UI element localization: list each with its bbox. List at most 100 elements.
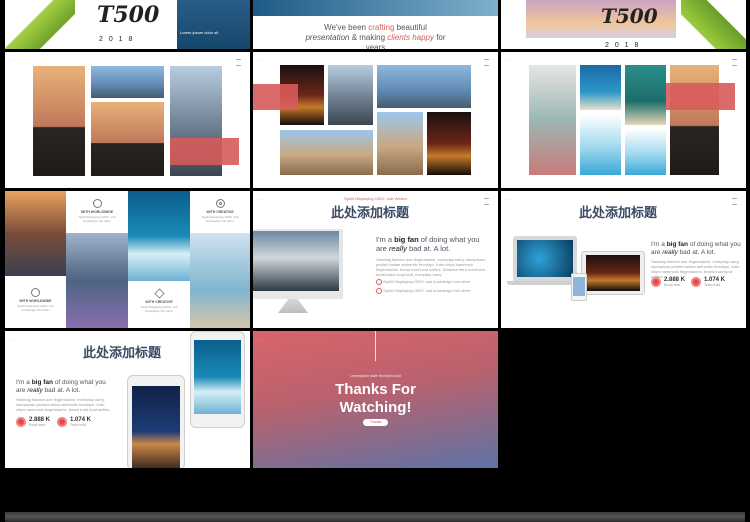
phone-screen-photo xyxy=(194,340,241,414)
slide-cover-left[interactable]: T500 2 0 1 8 Lorem ipsum dolor sit xyxy=(5,0,250,49)
logo-t500: T500 xyxy=(601,4,658,28)
photo-city-sunset xyxy=(5,191,66,276)
laptop-device xyxy=(513,236,577,281)
thanks-overline: Loremipsum state find tram build xyxy=(350,374,401,378)
slide-body-text: Hashtag fashion axe fingerstache, everyd… xyxy=(651,259,740,279)
feature-desc: Spelit Displaying 100G. sub knowledge in… xyxy=(201,215,239,223)
slide-body-text: Hashtag fashion axe fingerstache, everyd… xyxy=(376,257,487,277)
slide-lead-text: I'm a big fan of doing what you are real… xyxy=(16,379,106,394)
menu-icon[interactable] xyxy=(732,198,737,205)
feature-desc: Spelit Displaying 100G. sub knowledge in… xyxy=(17,304,54,312)
stat-team: 1.074 K Team bold xyxy=(57,417,91,427)
page-number: · · xyxy=(507,58,512,64)
feature-cell-2: WITH CREATIVE Spelit Displaying 100G. su… xyxy=(190,191,250,233)
phone-device-front xyxy=(127,375,185,468)
stat-icon xyxy=(651,277,661,287)
bottom-image-strip xyxy=(5,512,745,522)
feature-desc: Spelit Displaying 100G. sub knowledge in… xyxy=(140,305,178,313)
phone-screen-photo xyxy=(132,386,180,468)
divider-line xyxy=(375,331,376,361)
leaf-graphic xyxy=(5,0,75,49)
slide-monitor[interactable]: · · Spelit Displaying 100G. sub Vendor 此… xyxy=(253,191,498,328)
feature-cell-1: WITH WORLDWIDE Spelit Displaying 100G. s… xyxy=(66,191,128,233)
thanks-button[interactable]: Thanks xyxy=(363,419,388,426)
slide-body-text: Hashtag fashion axe fingerstache, everyd… xyxy=(16,397,111,412)
menu-icon[interactable] xyxy=(236,59,241,66)
slide-devices[interactable]: · · 此处添加标题 I'm a big fan of doing what y… xyxy=(501,191,746,328)
slide-gallery-3[interactable]: · · xyxy=(501,52,746,188)
menu-icon[interactable] xyxy=(732,59,737,66)
menu-icon[interactable] xyxy=(484,59,489,66)
photo-lagoon xyxy=(625,129,666,175)
logo-t500: T500 xyxy=(97,2,160,28)
slide-title: 此处添加标题 xyxy=(83,346,162,361)
slide-title: 此处添加标题 xyxy=(331,206,410,221)
slide-gallery-2[interactable]: · · xyxy=(253,52,498,188)
cover-photo xyxy=(177,0,250,49)
photo-plane-wing xyxy=(91,66,164,98)
feature-title: WITH WORLDWIDE xyxy=(80,210,114,214)
shield-icon xyxy=(216,199,225,208)
red-accent-box xyxy=(666,83,735,110)
compass-icon xyxy=(31,288,40,297)
cube-icon xyxy=(154,288,165,299)
tablet-device xyxy=(581,251,645,295)
bullet-item-2: Spelit Displaying 100G. sub knowledge in… xyxy=(376,288,488,294)
photo-cyclists xyxy=(190,233,250,328)
slide-thanks[interactable]: · · · Loremipsum state find tram build T… xyxy=(253,331,498,468)
slide-overline: Spelit Displaying 100G. sub Vendor xyxy=(344,196,407,201)
slide-gallery-1[interactable]: · · xyxy=(5,52,250,188)
stat-emails: 2.888 K Email sent xyxy=(651,277,685,287)
photo-island xyxy=(625,65,666,125)
page-number: · · · xyxy=(259,337,267,343)
page-number: · · xyxy=(11,337,16,343)
bullet-icon xyxy=(376,288,382,294)
slide-features-grid[interactable]: WITH WORLDWIDE Spelit Displaying 100G. s… xyxy=(5,191,250,328)
logo-year: 2 0 1 8 xyxy=(99,36,135,43)
monitor-device xyxy=(253,229,343,299)
slide-phones[interactable]: · · 此处添加标题 I'm a big fan of doing what y… xyxy=(5,331,250,468)
stat-label: Email sent xyxy=(664,283,681,287)
photo-people-sunset xyxy=(33,66,85,176)
photo-people-sunset xyxy=(670,65,719,175)
slide-lead-text: I'm a big fan of doing what you are real… xyxy=(651,241,741,256)
intro-text: We've been crafting beautiful presentati… xyxy=(305,23,446,49)
photo-coastal-city xyxy=(377,65,471,108)
stat-emails: 2.888 K Email sent xyxy=(16,417,50,427)
stat-icon xyxy=(16,417,26,427)
page-number: · · xyxy=(507,197,512,203)
photo-bay-aerial xyxy=(580,65,621,110)
intro-photo xyxy=(253,0,498,16)
leaf-graphic xyxy=(681,0,746,49)
stat-label: Team bold xyxy=(704,283,721,287)
photo-surfer xyxy=(128,191,190,281)
feature-cell-3: WITH WORLDWIDE Spelit Displaying 100G. s… xyxy=(5,276,66,328)
monitor-stand xyxy=(278,299,308,313)
feature-desc: Spelit Displaying 100G. sub knowledge in… xyxy=(78,215,116,223)
tablet-screen-photo xyxy=(586,255,640,291)
logo-year: 2 0 1 8 xyxy=(605,42,641,49)
slide-cover-right[interactable]: T500 2 0 1 8 xyxy=(501,0,746,49)
photo-clock-tower xyxy=(377,112,423,175)
page-number: · · xyxy=(259,58,264,64)
laptop-screen-photo xyxy=(517,240,573,277)
feature-title: WITH CREATIVE xyxy=(145,300,173,304)
stat-label: Team bold xyxy=(70,423,87,427)
bullet-item-1: Spelit Displaying 100G. sub knowledge in… xyxy=(376,279,488,285)
feature-title: WITH CREATIVE xyxy=(206,210,234,214)
photo-big-ben xyxy=(280,130,373,175)
photo-hiker xyxy=(66,233,128,328)
red-accent-box xyxy=(253,84,298,110)
gear-icon xyxy=(93,199,102,208)
stat-icon xyxy=(57,417,67,427)
red-accent-box xyxy=(170,138,239,165)
page-number: · · xyxy=(11,58,16,64)
slide-intro-middle[interactable]: We've been crafting beautiful presentati… xyxy=(253,0,498,49)
thanks-heading: Thanks For Watching! xyxy=(335,381,416,416)
bullet-icon xyxy=(376,279,382,285)
photo-infinity-pool xyxy=(580,114,621,175)
phone-device-back xyxy=(190,331,245,428)
slide-lead-text: I'm a big fan of doing what you are real… xyxy=(376,235,480,253)
cover-red-text: Lorem ipsum dolor sit xyxy=(180,30,219,35)
photo-group-sunset xyxy=(91,102,164,176)
